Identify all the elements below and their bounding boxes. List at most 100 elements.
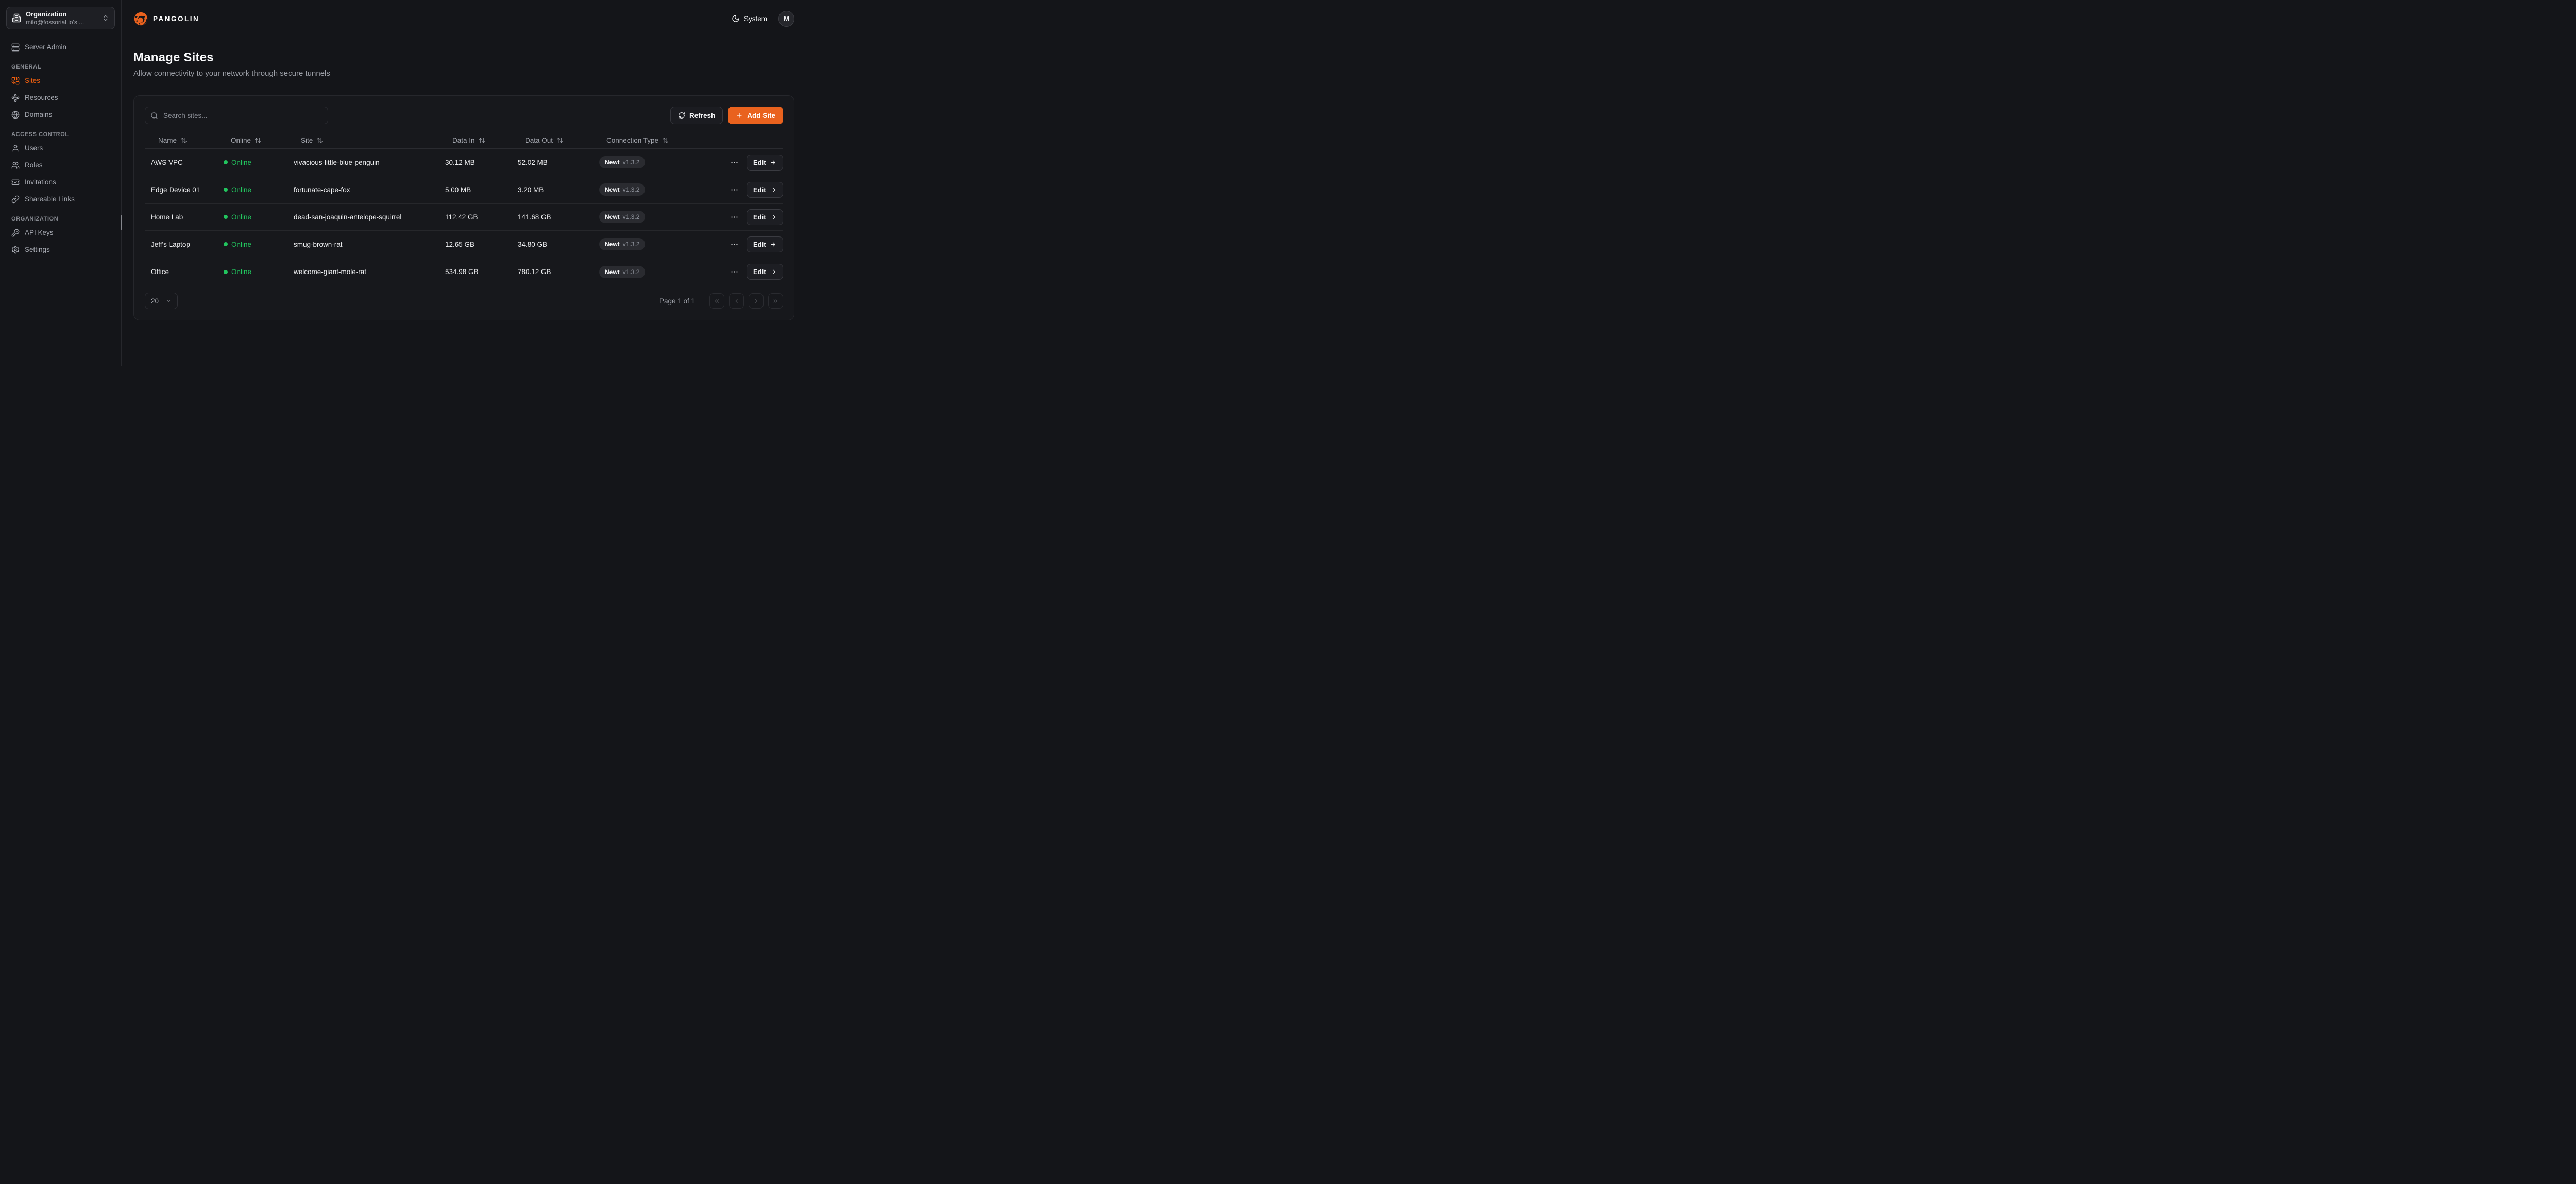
- data-out-cell: 34.80 GB: [512, 241, 593, 248]
- data-in-cell: 12.65 GB: [439, 241, 512, 248]
- connection-type-cell: Newt v1.3.2: [593, 238, 723, 250]
- next-page-button[interactable]: [749, 293, 764, 309]
- combine-icon: [11, 77, 20, 85]
- row-menu-button[interactable]: [729, 239, 740, 250]
- sidebar-item-sites[interactable]: Sites: [6, 72, 115, 89]
- edit-label: Edit: [753, 159, 766, 166]
- column-label: Connection Type: [606, 137, 658, 144]
- edit-label: Edit: [753, 213, 766, 221]
- table-row: Edge Device 01 Online fortunate-cape-fox…: [145, 176, 783, 204]
- refresh-button[interactable]: Refresh: [670, 107, 723, 124]
- theme-label: System: [744, 15, 767, 23]
- edit-button[interactable]: Edit: [747, 155, 783, 171]
- ellipsis-icon: [730, 240, 739, 249]
- theme-toggle[interactable]: System: [732, 14, 767, 23]
- sidebar-item-users[interactable]: Users: [6, 140, 115, 157]
- add-site-button[interactable]: Add Site: [728, 107, 783, 124]
- page-size-select[interactable]: 20: [145, 293, 178, 309]
- sidebar-item-resources[interactable]: Resources: [6, 89, 115, 106]
- link-icon: [11, 195, 20, 204]
- ellipsis-icon: [730, 185, 739, 194]
- column-label: Online: [231, 137, 251, 144]
- user-icon: [11, 144, 20, 153]
- user-avatar[interactable]: M: [778, 11, 794, 27]
- server-icon: [11, 43, 20, 52]
- status-dot: [224, 188, 228, 192]
- sidebar-item-label: Resources: [25, 94, 58, 102]
- edit-button[interactable]: Edit: [747, 209, 783, 225]
- search-box: [145, 107, 328, 124]
- sidebar-item-domains[interactable]: Domains: [6, 106, 115, 123]
- sidebar-item-shareable-links[interactable]: Shareable Links: [6, 191, 115, 208]
- column-header-name[interactable]: Name: [145, 137, 217, 144]
- column-header-data-out[interactable]: Data Out: [512, 137, 593, 144]
- moon-icon: [732, 14, 740, 23]
- sort-icon: [479, 137, 485, 144]
- site-id-cell: smug-brown-rat: [287, 241, 439, 248]
- arrow-right-icon: [770, 268, 776, 275]
- edit-label: Edit: [753, 241, 766, 248]
- column-label: Data Out: [525, 137, 553, 144]
- column-label: Data In: [452, 137, 475, 144]
- sidebar-item-api-keys[interactable]: API Keys: [6, 224, 115, 241]
- row-actions: Edit: [723, 155, 784, 171]
- row-menu-button[interactable]: [729, 157, 740, 168]
- row-menu-button[interactable]: [729, 184, 740, 195]
- column-header-data-in[interactable]: Data In: [439, 137, 512, 144]
- last-page-button[interactable]: [768, 293, 783, 309]
- edit-button[interactable]: Edit: [747, 236, 783, 252]
- connection-version: v1.3.2: [623, 268, 640, 276]
- section-label-general: GENERAL: [6, 64, 115, 70]
- search-input[interactable]: [162, 111, 323, 120]
- page-subtitle: Allow connectivity to your network throu…: [133, 69, 794, 78]
- sites-card: Refresh Add Site Name: [133, 95, 794, 320]
- arrow-right-icon: [770, 214, 776, 221]
- chevrons-right-icon: [772, 298, 779, 305]
- edit-button[interactable]: Edit: [747, 182, 783, 198]
- connection-client: Newt: [605, 241, 620, 248]
- site-id-cell: fortunate-cape-fox: [287, 186, 439, 194]
- column-header-site[interactable]: Site: [287, 137, 439, 144]
- page-indicator: Page 1 of 1: [659, 297, 695, 305]
- edit-label: Edit: [753, 186, 766, 194]
- sidebar-item-roles[interactable]: Roles: [6, 157, 115, 174]
- chevron-left-icon: [733, 298, 740, 305]
- connection-badge: Newt v1.3.2: [599, 266, 645, 278]
- table-row: Home Lab Online dead-san-joaquin-antelop…: [145, 204, 783, 231]
- prev-page-button[interactable]: [729, 293, 744, 309]
- edit-button[interactable]: Edit: [747, 264, 783, 280]
- pagination: Page 1 of 1: [659, 293, 783, 309]
- search-icon: [150, 112, 158, 120]
- page-head: Manage Sites Allow connectivity to your …: [122, 37, 808, 78]
- data-out-cell: 780.12 GB: [512, 268, 593, 276]
- data-in-cell: 112.42 GB: [439, 213, 512, 221]
- connection-client: Newt: [605, 159, 620, 166]
- sort-icon: [316, 137, 323, 144]
- site-id-cell: welcome-giant-mole-rat: [287, 268, 439, 276]
- column-header-connection-type[interactable]: Connection Type: [593, 137, 723, 144]
- sidebar-scrollbar[interactable]: [121, 215, 122, 230]
- sidebar-item-invitations[interactable]: Invitations: [6, 174, 115, 191]
- data-out-cell: 3.20 MB: [512, 186, 593, 194]
- chevron-down-icon: [165, 298, 172, 304]
- row-menu-button[interactable]: [729, 212, 740, 223]
- gear-icon: [11, 246, 20, 254]
- column-header-online[interactable]: Online: [217, 137, 287, 144]
- connection-badge: Newt v1.3.2: [599, 238, 645, 250]
- first-page-button[interactable]: [709, 293, 724, 309]
- arrow-right-icon: [770, 187, 776, 193]
- sort-icon: [255, 137, 261, 144]
- site-name-cell: AWS VPC: [145, 159, 217, 166]
- sidebar-item-settings[interactable]: Settings: [6, 241, 115, 258]
- brand[interactable]: PANGOLIN: [133, 11, 199, 26]
- sidebar-item-label: API Keys: [25, 229, 54, 236]
- row-actions: Edit: [723, 209, 784, 225]
- app-root: Organization milo@fossorial.io's ... Ser…: [0, 0, 808, 366]
- site-id-cell: dead-san-joaquin-antelope-squirrel: [287, 213, 439, 221]
- org-switcher[interactable]: Organization milo@fossorial.io's ...: [6, 7, 115, 29]
- sidebar-item-server-admin[interactable]: Server Admin: [6, 39, 115, 56]
- row-menu-button[interactable]: [729, 266, 740, 277]
- online-status: Online: [217, 159, 287, 166]
- status-label: Online: [231, 241, 251, 248]
- sort-icon: [662, 137, 669, 144]
